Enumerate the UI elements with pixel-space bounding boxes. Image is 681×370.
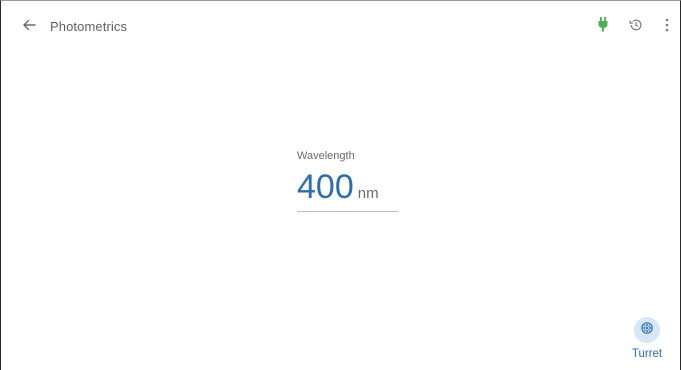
- arrow-left-icon: [22, 18, 36, 37]
- connection-button[interactable]: [594, 17, 612, 37]
- wavelength-input[interactable]: 400 nm: [297, 169, 398, 205]
- turret-icon-circle: [634, 317, 660, 343]
- wavelength-label: Wavelength: [297, 150, 355, 162]
- turret-icon: [641, 321, 653, 339]
- more-options-button[interactable]: [660, 17, 674, 37]
- input-underline: [297, 211, 398, 212]
- wavelength-value[interactable]: 400: [297, 169, 354, 205]
- app-window: Photometrics Wavelength 400 nm Turret: [0, 0, 681, 370]
- history-button[interactable]: [626, 17, 646, 37]
- turret-label: Turret: [631, 348, 663, 360]
- top-app-bar: Photometrics: [2, 2, 681, 50]
- history-icon: [629, 18, 643, 37]
- wavelength-field: Wavelength 400 nm: [297, 149, 398, 212]
- wavelength-unit: nm: [357, 185, 379, 202]
- turret-button[interactable]: Turret: [627, 317, 667, 365]
- more-vert-icon: [665, 18, 669, 37]
- back-button[interactable]: [18, 16, 40, 38]
- plug-icon: [598, 17, 608, 37]
- page-title: Photometrics: [50, 19, 128, 34]
